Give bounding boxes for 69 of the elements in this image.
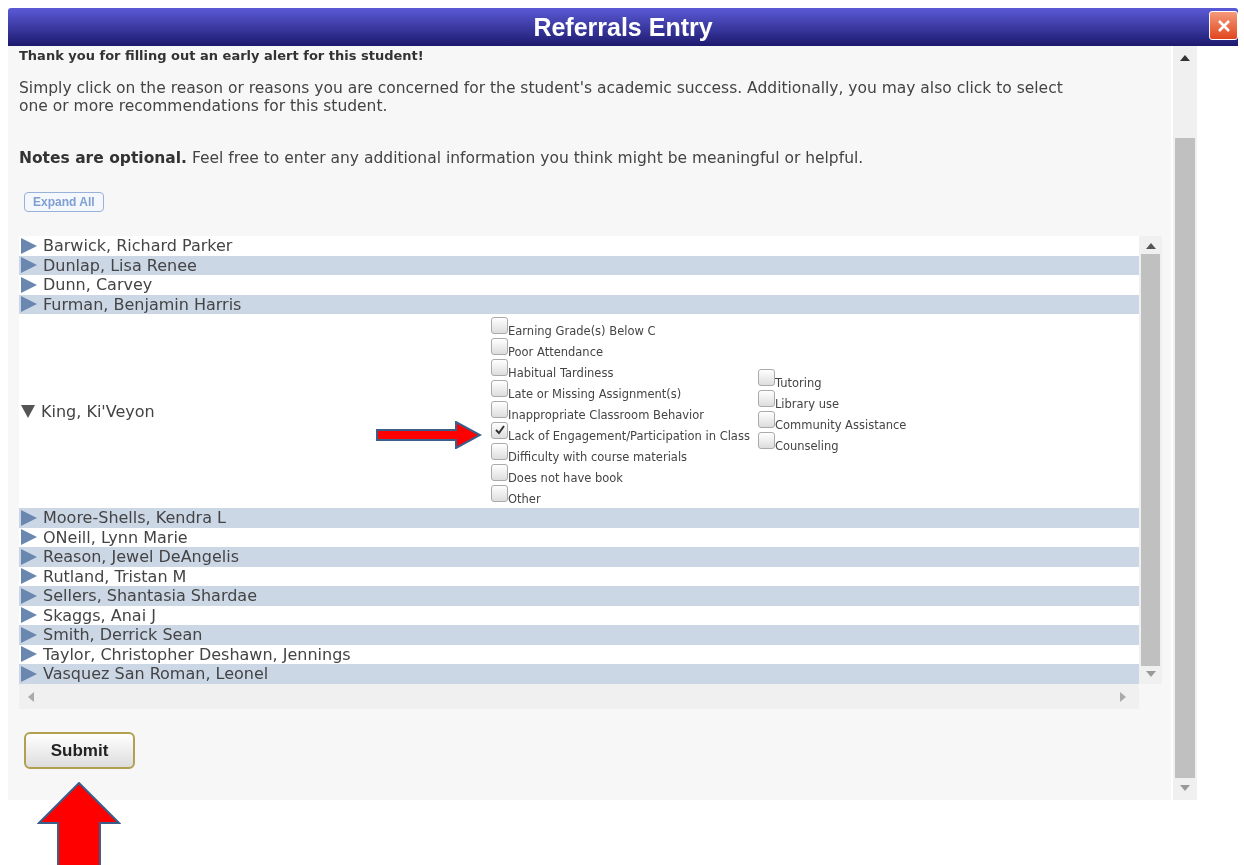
student-name[interactable]: Dunlap, Lisa Renee: [43, 255, 197, 275]
recommendation-checkbox[interactable]: [757, 369, 775, 386]
student-name[interactable]: King, Ki'Veyon: [41, 401, 155, 421]
student-name[interactable]: ONeill, Lynn Marie: [43, 527, 188, 547]
student-name[interactable]: Dunn, Carvey: [43, 275, 153, 295]
collapsed-triangle-icon[interactable]: [21, 568, 37, 585]
reason-checkbox[interactable]: [491, 379, 508, 397]
student-name[interactable]: Smith, Derrick Sean: [43, 625, 203, 645]
reason-label[interactable]: Earning Grade(s) Below C: [508, 323, 656, 338]
reason-checkbox[interactable]: [491, 484, 508, 502]
list-horizontal-scrollbar[interactable]: [19, 684, 1139, 709]
student-name[interactable]: Skaggs, Anai J: [43, 605, 156, 625]
recommendation-label[interactable]: Community Assistance: [774, 418, 907, 432]
collapsed-triangle-icon[interactable]: [21, 237, 37, 254]
expanded-triangle-icon[interactable]: [21, 404, 35, 418]
collapsed-triangle-icon[interactable]: [21, 548, 37, 565]
reason-label[interactable]: Habitual Tardiness: [508, 365, 614, 380]
reason-checkbox[interactable]: [491, 463, 508, 481]
collapsed-triangle-icon[interactable]: [21, 665, 37, 682]
collapsed-triangle-icon[interactable]: [21, 296, 37, 313]
student-name[interactable]: Barwick, Richard Parker: [43, 236, 233, 256]
collapsed-triangle-icon[interactable]: [21, 276, 37, 293]
reason-checkbox[interactable]: [491, 358, 508, 376]
close-icon: [1216, 18, 1231, 33]
scroll-left-arrow-icon[interactable]: [27, 691, 35, 702]
reason-label[interactable]: Lack of Engagement/Participation in Class: [508, 428, 750, 443]
reason-label[interactable]: Poor Attendance: [508, 344, 604, 359]
reason-label[interactable]: Does not have book: [508, 470, 623, 485]
recommendation-label[interactable]: Tutoring: [774, 376, 822, 390]
dialog-vertical-scrollbar[interactable]: [1173, 46, 1197, 800]
reason-label[interactable]: Other: [508, 491, 541, 506]
reason-label[interactable]: Inappropriate Classroom Behavior: [508, 407, 705, 422]
student-name[interactable]: Furman, Benjamin Harris: [43, 294, 242, 314]
reason-label[interactable]: Difficulty with course materials: [508, 449, 688, 464]
recommendation-checkbox[interactable]: [757, 432, 775, 449]
recommendation-checkbox[interactable]: [757, 390, 775, 407]
list-vertical-scrollbar[interactable]: [1139, 236, 1162, 684]
scroll-down-arrow-icon[interactable]: [1145, 670, 1156, 678]
scroll-up-arrow-icon[interactable]: [1145, 242, 1156, 250]
reason-checkbox[interactable]: [491, 316, 508, 334]
recommendation-label[interactable]: Counseling: [774, 439, 839, 453]
collapsed-triangle-icon[interactable]: [21, 646, 37, 663]
collapsed-triangle-icon[interactable]: [21, 626, 37, 643]
close-button[interactable]: [1209, 11, 1238, 40]
recommendation-label[interactable]: Library use: [774, 397, 840, 411]
scroll-up-arrow-icon[interactable]: [1180, 54, 1190, 62]
reason-checkbox[interactable]: [491, 400, 508, 418]
scroll-down-arrow-icon[interactable]: [1180, 784, 1190, 792]
student-name[interactable]: Sellers, Shantasia Shardae: [43, 586, 257, 606]
notes-text: Notes are optional. Feel free to enter any additional information you think might be meaningful or helpful.: [19, 149, 865, 167]
submit-button[interactable]: Submit: [24, 732, 135, 769]
reason-label[interactable]: Late or Missing Assignment(s): [508, 386, 682, 401]
student-name[interactable]: Moore-Shells, Kendra L: [43, 508, 226, 528]
collapsed-triangle-icon[interactable]: [21, 529, 37, 546]
student-name[interactable]: Rutland, Tristan M: [43, 566, 187, 586]
window-title: Referrals Entry: [533, 12, 713, 42]
reason-checkbox[interactable]: [491, 337, 508, 355]
student-name[interactable]: Taylor, Christopher Deshawn, Jennings: [43, 644, 351, 664]
collapsed-triangle-icon[interactable]: [21, 587, 37, 604]
scroll-right-arrow-icon[interactable]: [1119, 691, 1127, 702]
collapsed-triangle-icon[interactable]: [21, 607, 37, 624]
reason-checkbox[interactable]: [491, 421, 508, 439]
intro-heading: Thank you for filling out an early alert for this student!: [19, 47, 425, 63]
student-name[interactable]: Reason, Jewel DeAngelis: [43, 547, 239, 567]
collapsed-triangle-icon[interactable]: [21, 509, 37, 526]
collapsed-triangle-icon[interactable]: [21, 257, 37, 274]
instructions-text: Simply click on the reason or reasons you are concerned for the student's academic success. Additionally, you may also click to select one or more recommendations for this student.: [19, 79, 1064, 115]
recommendation-checkbox[interactable]: [757, 411, 775, 428]
reason-checkbox[interactable]: [491, 442, 508, 460]
